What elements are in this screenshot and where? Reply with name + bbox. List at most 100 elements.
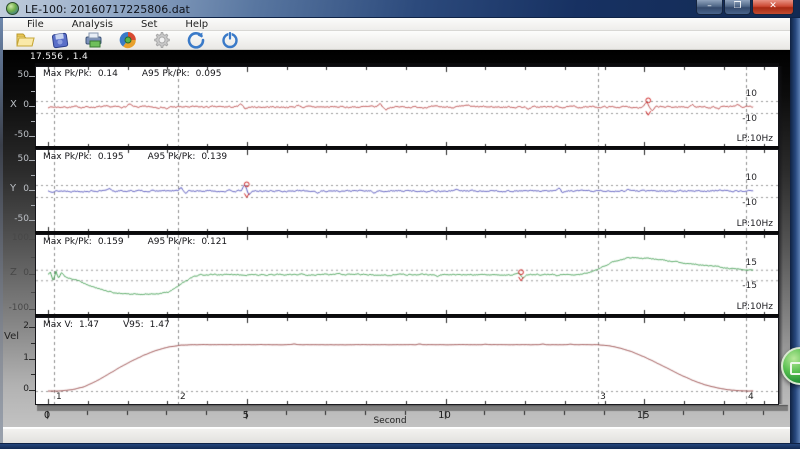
minimize-button[interactable]: – (696, 0, 723, 15)
y-tick-label: 0 (23, 100, 29, 110)
y-tick-label: 100 (11, 233, 29, 243)
y-tick-label: 50 (17, 70, 29, 80)
x-axis-title: Second (373, 416, 407, 426)
y-tick (29, 76, 35, 77)
stat-label: Max V: (43, 320, 73, 330)
close-button[interactable]: ✕ (752, 0, 794, 15)
stat-value: 0.095 (195, 69, 222, 79)
y-tick-label: 0 (23, 184, 29, 194)
lowpass-label: LP:10Hz (736, 302, 773, 312)
titlebar: LE-100: 20160717225806.dat – ❐ ✕ (0, 0, 800, 18)
x-trace-canvas[interactable] (36, 67, 778, 147)
y-tick (29, 160, 35, 161)
y-stats: Max Pk/Pk: 0.195 A95 Pk/Pk: 0.139 (43, 152, 227, 162)
cursor-readout: 17.556 , 1.4 (30, 52, 88, 62)
y-tick (29, 136, 35, 137)
stat-label: A95 Pk/Pk: (147, 237, 196, 247)
stat-label: Max Pk/Pk: (43, 69, 92, 79)
y-accel-panel: Max Pk/Pk: 0.195 A95 Pk/Pk: 0.139 10 -10… (35, 149, 779, 233)
status-bar (3, 427, 790, 443)
threshold-lo-label: -15 (742, 281, 757, 291)
y-tick-label: 50 (17, 154, 29, 164)
refresh-button[interactable] (185, 31, 207, 49)
panel-axis-letter-vel: Vel (4, 331, 19, 342)
y-trace-canvas[interactable] (36, 150, 778, 232)
save-button[interactable] (49, 31, 71, 49)
velocity-panel: Max V: 1.47 V95: 1.47 (35, 317, 779, 405)
stat-value: 1.47 (149, 320, 170, 330)
time-tick-label: 15 (636, 410, 650, 421)
stat-label: V95: (122, 320, 144, 330)
menubar: File Analysis Set Help (3, 18, 790, 31)
app-icon (6, 2, 19, 15)
threshold-hi-label: 10 (745, 173, 757, 183)
time-tick-label: 0 (43, 410, 51, 421)
power-icon (222, 31, 238, 49)
refresh-icon (187, 32, 205, 49)
y-tick (29, 359, 35, 360)
y-tick (31, 343, 35, 344)
save-disk-icon (51, 32, 69, 49)
time-tick-label: 10 (438, 410, 451, 421)
y-tick-label: 1 (23, 353, 29, 363)
y-tick-label: -50 (14, 214, 29, 224)
print-button[interactable] (83, 31, 105, 49)
menu-file[interactable]: File (27, 19, 56, 30)
window-left-border (0, 18, 3, 443)
threshold-lo-label: -10 (742, 198, 757, 208)
lowpass-label: LP:10Hz (736, 134, 773, 144)
y-tick (29, 106, 35, 107)
x-accel-panel: Max Pk/Pk: 0.14 A95 Pk/Pk: 0.095 10 -10 … (35, 66, 779, 148)
y-tick (29, 327, 35, 328)
settings-button[interactable] (151, 31, 173, 49)
time-tick-label: 5 (242, 410, 249, 421)
vel-trace-canvas[interactable] (36, 318, 778, 404)
colorful-ball-icon (119, 31, 136, 49)
y-tick (31, 257, 35, 258)
lowpass-label: LP:10Hz (736, 219, 773, 229)
toolbar (3, 31, 790, 50)
z-accel-panel: Max Pk/Pk: 0.159 A95 Pk/Pk: 0.121 15 -15… (35, 234, 779, 316)
z-trace-canvas[interactable] (36, 235, 778, 315)
window-bottom-border (0, 443, 800, 449)
gear-icon (154, 32, 170, 48)
open-file-button[interactable] (15, 31, 37, 49)
printer-icon (85, 32, 102, 48)
event-marker-label: 2 (179, 392, 186, 402)
y-tick (29, 309, 35, 310)
y-tick-label: 2 (23, 321, 29, 331)
stat-value: 1.47 (78, 320, 99, 330)
stat-label: A95 Pk/Pk: (141, 69, 190, 79)
x-stats: Max Pk/Pk: 0.14 A95 Pk/Pk: 0.095 (43, 69, 221, 79)
y-tick-label: 0 (23, 384, 29, 394)
y-tick (29, 220, 35, 221)
stat-value: 0.195 (97, 152, 124, 162)
event-marker-label: 3 (600, 392, 606, 402)
threshold-hi-label: 15 (745, 258, 757, 268)
stat-value: 0.139 (201, 152, 228, 162)
menu-set[interactable]: Set (141, 19, 169, 30)
y-tick (31, 292, 35, 293)
threshold-hi-label: 10 (745, 89, 757, 99)
stat-label: A95 Pk/Pk: (147, 152, 196, 162)
vel-stats: Max V: 1.47 V95: 1.47 (43, 320, 170, 330)
y-tick (31, 91, 35, 92)
palette-button[interactable] (117, 31, 139, 49)
window-title: LE-100: 20160717225806.dat (25, 3, 190, 16)
menu-analysis[interactable]: Analysis (72, 19, 125, 30)
stat-label: Max Pk/Pk: (43, 237, 92, 247)
threshold-lo-label: -10 (742, 114, 757, 124)
y-tick (29, 190, 35, 191)
y-tick (31, 374, 35, 375)
menu-help[interactable]: Help (185, 19, 220, 30)
app-window: LE-100: 20160717225806.dat – ❐ ✕ File An… (0, 0, 800, 449)
maximize-button[interactable]: ❐ (724, 0, 751, 15)
stat-value: 0.159 (97, 237, 124, 247)
y-tick-label: 0 (23, 268, 29, 278)
power-button[interactable] (219, 31, 241, 49)
y-tick (31, 175, 35, 176)
event-marker-label: 1 (55, 392, 62, 402)
stat-label: Max Pk/Pk: (43, 152, 92, 162)
open-folder-icon (16, 33, 35, 47)
y-tick (29, 390, 35, 391)
